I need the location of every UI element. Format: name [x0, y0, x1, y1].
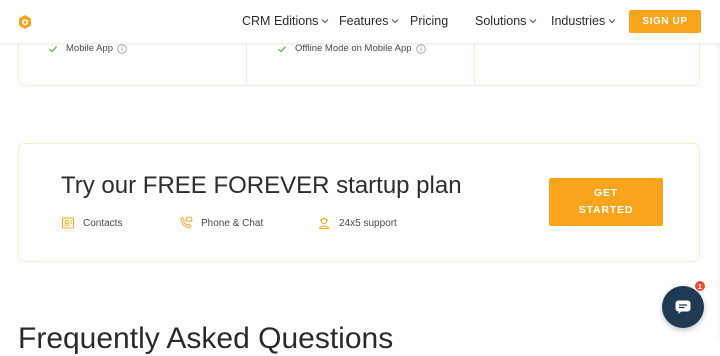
feature-mobile-app: Mobile App — [48, 43, 127, 54]
nav-industries-label: Industries — [551, 14, 606, 28]
signup-button[interactable]: SIGN UP — [629, 10, 701, 33]
chevron-down-icon — [322, 19, 329, 24]
nav-features[interactable]: Features — [339, 14, 399, 28]
contacts-icon — [62, 217, 74, 229]
nav-solutions-label: Solutions — [475, 14, 527, 28]
cta-feature-label: Contacts — [83, 217, 123, 229]
nav-pricing[interactable]: Pricing — [410, 14, 448, 28]
nav-industries[interactable]: Industries — [551, 14, 616, 28]
nav-solutions[interactable]: Solutions — [475, 14, 537, 28]
chevron-down-icon — [530, 19, 537, 24]
phone-chat-icon — [180, 216, 193, 228]
support-agent-icon — [318, 217, 330, 229]
chat-notification-badge: 1 — [694, 280, 706, 292]
nav-pricing-label: Pricing — [410, 14, 449, 28]
page-scrollbar[interactable] — [716, 43, 720, 342]
top-navbar: CRM Editions Features Pricing Solutions … — [0, 0, 720, 43]
nav-crm-editions-label: CRM Editions — [242, 14, 319, 28]
chevron-down-icon — [391, 19, 399, 24]
cta-feature-label: 24x5 support — [339, 217, 397, 229]
faq-heading: Frequently Asked Questions — [18, 322, 394, 355]
get-started-line2: STARTED — [578, 204, 634, 216]
cta-title: Try our FREE FOREVER startup plan — [61, 172, 462, 199]
cta-feature-support: 24x5 support — [317, 216, 397, 230]
cta-feature-phone-chat: Phone & Chat — [179, 216, 263, 230]
feature-offline-mode: Offline Mode on Mobile App — [277, 43, 426, 54]
nav-crm-editions[interactable]: CRM Editions — [242, 14, 329, 28]
get-started-line1: GET — [594, 187, 618, 199]
cta-feature-contacts: Contacts — [61, 216, 122, 230]
info-icon[interactable] — [117, 43, 127, 54]
chat-icon — [675, 300, 691, 314]
feature-label: Mobile App — [66, 43, 114, 54]
info-icon[interactable] — [415, 43, 426, 54]
get-started-button[interactable]: GET STARTED — [549, 178, 663, 226]
feature-label: Offline Mode on Mobile App — [295, 43, 412, 54]
brand-logo-icon[interactable] — [17, 14, 33, 30]
cta-feature-label: Phone & Chat — [201, 217, 264, 229]
chevron-down-icon — [608, 19, 616, 24]
nav-features-label: Features — [339, 14, 389, 28]
check-icon — [278, 45, 287, 52]
check-icon — [49, 45, 58, 52]
chat-widget-button[interactable] — [662, 286, 704, 328]
